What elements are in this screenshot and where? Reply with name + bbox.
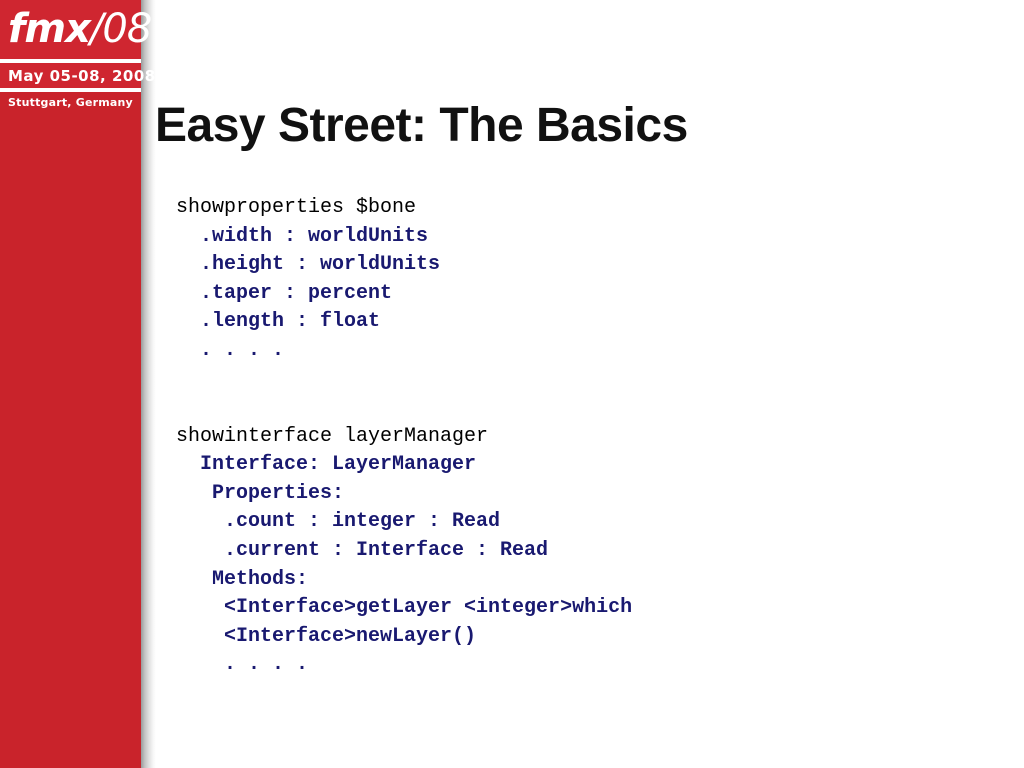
fmx-logo-block: fmx/08 May 05-08, 2008 Stuttgart, German… — [0, 0, 155, 116]
code-line: . . . . — [176, 653, 309, 677]
conference-dates-panel: May 05-08, 2008 — [0, 63, 155, 88]
code-line: .taper : percent — [176, 281, 393, 305]
conference-location-text: Stuttgart, Germany — [8, 96, 133, 109]
code-line: .height : worldUnits — [176, 253, 441, 277]
fmx-logo-text-light: /08 — [89, 6, 152, 52]
fmx-logo-wordmark: fmx/08 — [8, 6, 152, 52]
conference-dates-text: May 05-08, 2008 — [8, 67, 156, 85]
code-line: Methods: — [176, 567, 309, 591]
code-line: .current : Interface : Read — [176, 538, 549, 562]
code-block-showproperties: showproperties $bone .width : worldUnits… — [176, 194, 976, 366]
code-line: . . . . — [176, 338, 285, 362]
code-line: <Interface>newLayer() — [176, 624, 477, 648]
code-line: .length : float — [176, 310, 381, 334]
code-line: Properties: — [176, 481, 345, 505]
code-listing-area: showproperties $bone .width : worldUnits… — [176, 194, 976, 680]
code-line: <Interface>getLayer <integer>which — [176, 596, 633, 620]
code-line: showinterface layerManager — [176, 424, 489, 448]
code-line: .count : integer : Read — [176, 510, 501, 534]
fmx-logo-wordmark-panel: fmx/08 — [0, 0, 152, 59]
code-line: .width : worldUnits — [176, 224, 429, 248]
conference-location-panel: Stuttgart, Germany — [0, 92, 141, 116]
presentation-slide: fmx/08 May 05-08, 2008 Stuttgart, German… — [0, 0, 1024, 768]
page-title: Easy Street: The Basics — [155, 99, 688, 152]
sidebar-drop-shadow — [141, 0, 156, 768]
fmx-logo-text-bold: fmx — [8, 6, 91, 52]
code-line: Interface: LayerManager — [176, 453, 477, 477]
code-block-showinterface: showinterface layerManager Interface: La… — [176, 423, 976, 680]
code-line: showproperties $bone — [176, 196, 417, 219]
